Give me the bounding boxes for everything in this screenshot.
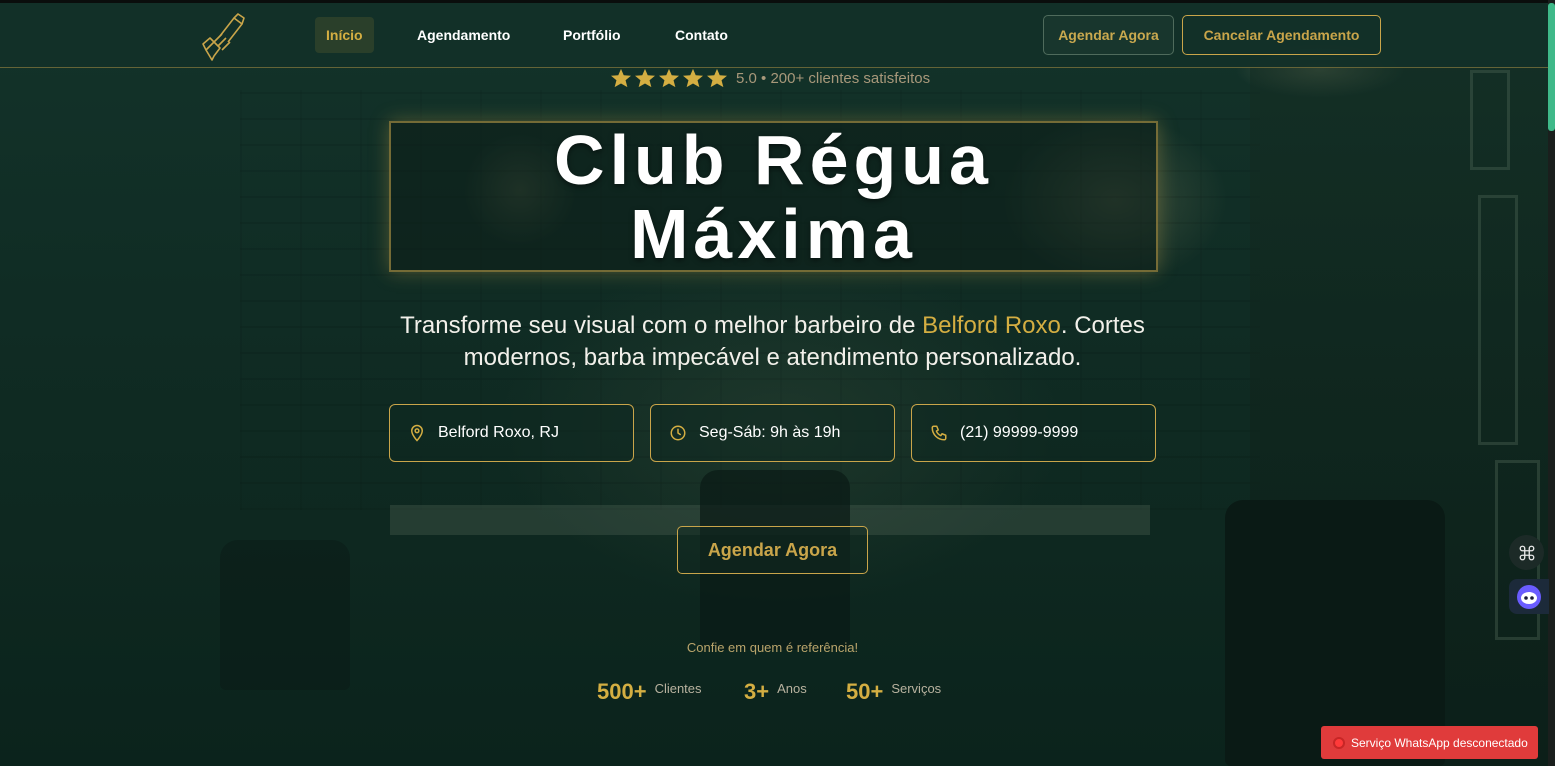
status-dot-icon xyxy=(1333,736,1345,749)
stat-value: 3+ xyxy=(744,679,770,704)
title-line-1: Club Régua xyxy=(554,121,993,199)
rating-text: 5.0 • 200+ clientes satisfeitos xyxy=(736,69,931,87)
hours-text: Seg-Sáb: 9h às 19h xyxy=(699,424,841,441)
stat-value: 50+ xyxy=(846,679,884,704)
subtitle-text: Transforme seu visual com o melhor barbe… xyxy=(400,312,923,339)
nav-contato[interactable]: Contato xyxy=(664,17,739,53)
stat-label: Serviços xyxy=(891,681,942,696)
command-widget-button[interactable] xyxy=(1509,535,1544,570)
whatsapp-status-toast[interactable]: Serviço WhatsApp desconectado xyxy=(1321,726,1538,759)
stat-services: 50+ Serviços xyxy=(846,679,941,705)
hero-book-button[interactable]: Agendar Agora xyxy=(677,526,868,574)
stat-years: 3+ Anos xyxy=(744,679,807,705)
phone-icon xyxy=(931,425,947,441)
nav-agendamento[interactable]: Agendamento xyxy=(406,17,521,53)
page-title: Club Régua Máxima xyxy=(389,123,1158,271)
hours-card: Seg-Sáb: 9h às 19h xyxy=(650,404,895,462)
cancel-booking-button[interactable]: Cancelar Agendamento xyxy=(1182,15,1381,55)
trust-text: Confie em quem é referência! xyxy=(686,640,859,655)
hero-subtitle: Transforme seu visual com o melhor barbe… xyxy=(380,310,1165,374)
star-icon xyxy=(635,68,655,88)
clock-icon xyxy=(670,425,686,441)
stat-label: Anos xyxy=(777,681,807,696)
bot-face-icon xyxy=(1517,584,1541,609)
stat-label: Clientes xyxy=(654,681,702,696)
assistant-widget-button[interactable] xyxy=(1509,579,1549,614)
star-icon xyxy=(611,68,631,88)
location-text: Belford Roxo, RJ xyxy=(438,424,559,441)
stat-clients: 500+ Clientes xyxy=(597,679,702,705)
site-header: Início Agendamento Portfólio Contato Age… xyxy=(0,3,1548,68)
whatsapp-status-text: Serviço WhatsApp desconectado xyxy=(1351,735,1528,750)
wall-panel xyxy=(1478,195,1518,445)
location-card: Belford Roxo, RJ xyxy=(389,404,634,462)
scrollbar-thumb[interactable] xyxy=(1548,3,1555,131)
star-icon xyxy=(683,68,703,88)
razor-hand-logo-icon[interactable] xyxy=(200,12,246,62)
stat-value: 500+ xyxy=(597,679,647,704)
header-book-button[interactable]: Agendar Agora xyxy=(1043,15,1174,55)
star-icon xyxy=(659,68,679,88)
rating: 5.0 • 200+ clientes satisfeitos xyxy=(610,68,930,88)
map-pin-icon xyxy=(410,424,424,442)
command-icon xyxy=(1519,545,1534,560)
star-icon xyxy=(707,68,727,88)
subtitle-highlight: Belford Roxo xyxy=(922,312,1061,339)
nav-inicio[interactable]: Início xyxy=(315,17,374,53)
phone-card[interactable]: (21) 99999-9999 xyxy=(911,404,1156,462)
barber-chair xyxy=(220,540,350,690)
title-line-2: Máxima xyxy=(630,195,917,273)
phone-text[interactable]: (21) 99999-9999 xyxy=(960,424,1078,442)
nav-portfolio[interactable]: Portfólio xyxy=(552,17,632,53)
wall-panel xyxy=(1470,70,1510,170)
